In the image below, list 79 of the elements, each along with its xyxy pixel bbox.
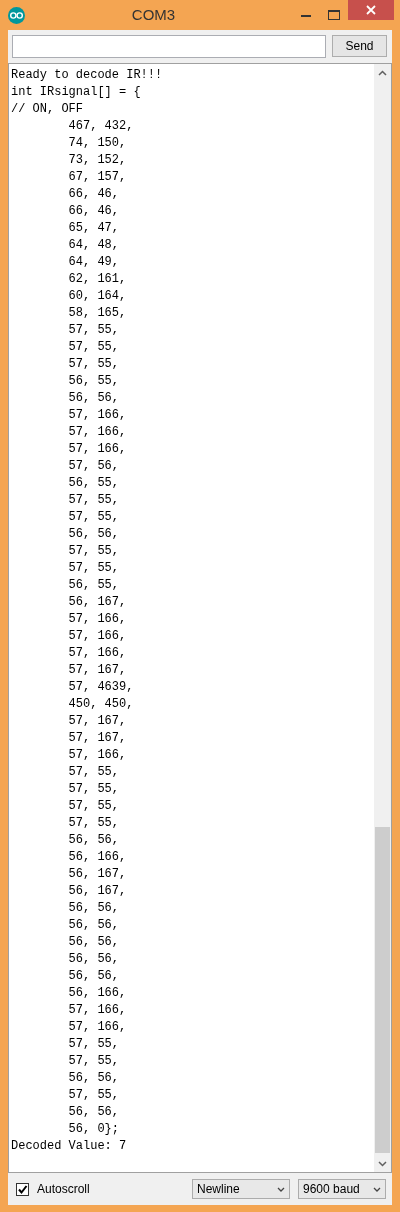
output-line: 73, 152, xyxy=(67,152,127,169)
output-line: 57, 166, xyxy=(67,1002,127,1019)
output-line: 57, 55, xyxy=(67,781,120,798)
app-logo-icon xyxy=(8,6,25,24)
output-line: 65, 47, xyxy=(67,220,120,237)
output-line: 57, 4639, xyxy=(67,679,134,696)
output-line: 56, 56, xyxy=(67,832,120,849)
output-line: 56, 55, xyxy=(67,475,120,492)
output-line: 56, 56, xyxy=(67,968,120,985)
close-button[interactable] xyxy=(348,0,394,20)
output-line: 56, 166, xyxy=(67,849,127,866)
maximize-icon[interactable] xyxy=(328,10,340,20)
baud-rate-dropdown[interactable]: 9600 baud xyxy=(298,1179,386,1199)
output-line: 57, 167, xyxy=(67,662,127,679)
output-line: 467, 432, xyxy=(67,118,134,135)
output-line: 66, 46, xyxy=(67,186,120,203)
autoscroll-label: Autoscroll xyxy=(37,1181,90,1198)
input-field[interactable] xyxy=(12,35,326,58)
output-line: 57, 55, xyxy=(67,492,120,509)
output-line: 450, 450, xyxy=(67,696,134,713)
send-button[interactable]: Send xyxy=(332,35,387,57)
output-line: 62, 161, xyxy=(67,271,127,288)
output-line: 57, 166, xyxy=(67,611,127,628)
output-line: 56, 55, xyxy=(67,373,120,390)
output-line: 56, 56, xyxy=(67,390,120,407)
output-line: 56, 166, xyxy=(67,985,127,1002)
output-line: 57, 55, xyxy=(67,798,120,815)
output-line: 57, 166, xyxy=(67,407,127,424)
output-line: 57, 55, xyxy=(67,1087,120,1104)
autoscroll-checkbox[interactable] xyxy=(16,1182,29,1196)
window-title: COM3 xyxy=(130,4,177,25)
output-line: Ready to decode IR!!! xyxy=(11,67,163,84)
output-line: 57, 56, xyxy=(67,458,120,475)
output-line: 56, 56, xyxy=(67,900,120,917)
output-line: 57, 55, xyxy=(67,1036,120,1053)
output-line: 56, 0}; xyxy=(67,1121,120,1138)
output-line: 64, 48, xyxy=(67,237,120,254)
output-line: Decoded Value: 7 xyxy=(11,1138,127,1155)
output-line: 56, 56, xyxy=(67,526,120,543)
output-line: 57, 167, xyxy=(67,713,127,730)
output-line: 56, 55, xyxy=(67,577,120,594)
output-line: 57, 166, xyxy=(67,441,127,458)
output-line: 56, 56, xyxy=(67,917,120,934)
output-line: 57, 166, xyxy=(67,628,127,645)
output-line: 57, 167, xyxy=(67,730,127,747)
output-line: 67, 157, xyxy=(67,169,127,186)
output-line: 57, 55, xyxy=(67,764,120,781)
output-line: 56, 56, xyxy=(67,934,120,951)
output-line: 56, 56, xyxy=(67,1104,120,1121)
scroll-thumb[interactable] xyxy=(375,827,390,1153)
output-line: 57, 55, xyxy=(67,543,120,560)
output-line: 66, 46, xyxy=(67,203,120,220)
output-line: // ON, OFF xyxy=(11,101,83,118)
output-line: 57, 55, xyxy=(67,509,120,526)
output-line: int IRsignal[] = { xyxy=(11,84,141,101)
output-line: 56, 167, xyxy=(67,883,127,900)
chevron-icon xyxy=(277,1186,285,1192)
output-line: 57, 166, xyxy=(67,747,127,764)
output-line: 57, 166, xyxy=(67,645,127,662)
output-line: 56, 167, xyxy=(67,866,127,883)
line-ending-dropdown[interactable]: Newline xyxy=(192,1179,290,1199)
minimize-icon[interactable] xyxy=(301,13,311,17)
output-line: 56, 167, xyxy=(67,594,127,611)
close-icon xyxy=(366,5,376,15)
output-line: 57, 55, xyxy=(67,560,120,577)
output-line: 57, 55, xyxy=(67,1053,120,1070)
chevron-icon xyxy=(373,1186,381,1192)
output-line: 57, 55, xyxy=(67,815,120,832)
output-line: 56, 56, xyxy=(67,951,120,968)
output-line: 57, 55, xyxy=(67,339,120,356)
output-line: 57, 55, xyxy=(67,322,120,339)
output-line: 58, 165, xyxy=(67,305,127,322)
output-line: 56, 56, xyxy=(67,1070,120,1087)
output-line: 57, 166, xyxy=(67,1019,127,1036)
output-line: 74, 150, xyxy=(67,135,127,152)
output-line: 57, 166, xyxy=(67,424,127,441)
output-line: 64, 49, xyxy=(67,254,120,271)
output-line: 60, 164, xyxy=(67,288,127,305)
output-line: 57, 55, xyxy=(67,356,120,373)
